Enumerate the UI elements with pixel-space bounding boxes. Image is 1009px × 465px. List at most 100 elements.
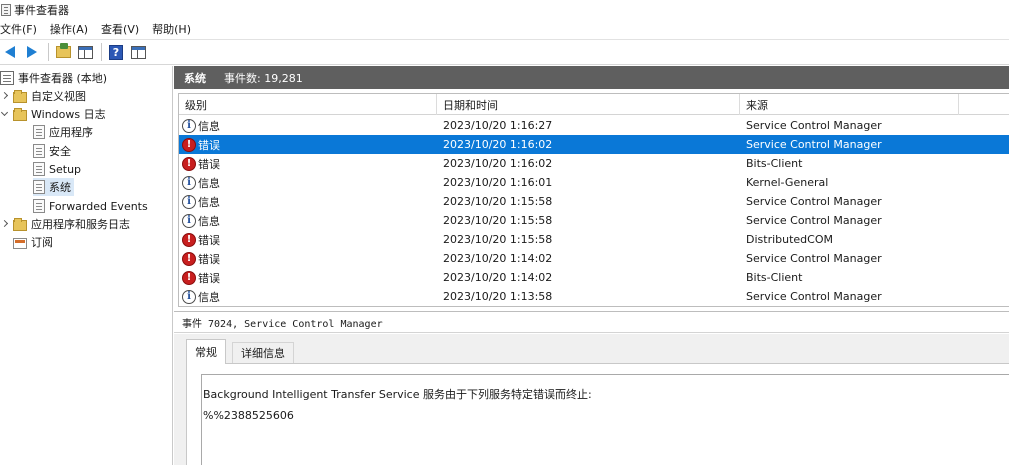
cell-datetime: 2023/10/20 1:16:02 bbox=[443, 157, 553, 170]
tree-item-label: Setup bbox=[49, 162, 82, 176]
tree-item-label: 系统 bbox=[49, 181, 71, 194]
forward-arrow-icon bbox=[27, 46, 37, 58]
level-text: 错误 bbox=[198, 157, 220, 171]
tree-item-windows-logs[interactable]: Windows 日志 bbox=[0, 105, 106, 123]
table-header: 级别 日期和时间 来源 bbox=[179, 94, 1009, 115]
cell-datetime: 2023/10/20 1:14:02 bbox=[443, 252, 553, 265]
menu-view[interactable]: 查看(V) bbox=[101, 21, 139, 37]
menu-bar: 文件(F) 操作(A) 查看(V) 帮助(H) bbox=[0, 19, 1009, 40]
cell-source: Service Control Manager bbox=[746, 252, 882, 265]
tab-general[interactable]: 常规 bbox=[186, 339, 226, 364]
level-text: 信息 bbox=[198, 195, 220, 209]
cell-datetime: 2023/10/20 1:15:58 bbox=[443, 195, 553, 208]
tree-item-label: Forwarded Events bbox=[49, 199, 148, 213]
column-header-datetime[interactable]: 日期和时间 bbox=[437, 94, 740, 115]
properties-pane-icon bbox=[130, 45, 146, 59]
error-icon: ! bbox=[182, 251, 196, 266]
info-icon: i bbox=[182, 213, 196, 228]
cell-level: ! 错误 bbox=[182, 249, 220, 268]
column-header-source[interactable]: 来源 bbox=[740, 94, 959, 115]
forward-button[interactable] bbox=[22, 42, 42, 62]
cell-level: i 信息 bbox=[182, 287, 220, 306]
expand-icon[interactable] bbox=[0, 220, 9, 229]
tree-item-application[interactable]: 应用程序 bbox=[33, 123, 93, 141]
cell-datetime: 2023/10/20 1:16:01 bbox=[443, 176, 553, 189]
tree-item-system[interactable]: 系统 bbox=[33, 178, 74, 196]
level-text: 信息 bbox=[198, 119, 220, 133]
tree-item-subscriptions[interactable]: 订阅 bbox=[13, 233, 53, 251]
table-row[interactable]: i 信息 2023/10/20 1:15:58 Service Control Man… bbox=[179, 211, 1009, 230]
events-table: 级别 日期和时间 来源 i 信息 2023/10/20 1:16:27 Service… bbox=[178, 93, 1009, 307]
cell-datetime: 2023/10/20 1:16:27 bbox=[443, 119, 553, 132]
cell-source: Service Control Manager bbox=[746, 138, 882, 151]
back-button[interactable] bbox=[0, 42, 20, 62]
table-row[interactable]: i 信息 2023/10/20 1:16:01 Kernel-General bbox=[179, 173, 1009, 192]
tree-item-security[interactable]: 安全 bbox=[33, 142, 71, 160]
tree-item-custom-views[interactable]: 自定义视图 bbox=[0, 87, 86, 105]
general-tab-panel: Background Intelligent Transfer Service … bbox=[186, 363, 1009, 465]
table-row[interactable]: ! 错误 2023/10/20 1:15:58 DistributedCOM bbox=[179, 230, 1009, 249]
event-detail-header: 事件 7024, Service Control Manager bbox=[174, 311, 1009, 333]
info-icon: i bbox=[182, 194, 196, 209]
menu-help[interactable]: 帮助(H) bbox=[152, 21, 191, 37]
description-line: %%2388525606 bbox=[203, 409, 294, 422]
cell-level: ! 错误 bbox=[182, 268, 220, 287]
error-icon: ! bbox=[182, 232, 196, 247]
menu-file[interactable]: 文件(F) bbox=[0, 21, 37, 37]
error-icon: ! bbox=[182, 156, 196, 171]
info-icon: i bbox=[182, 175, 196, 190]
log-icon bbox=[33, 199, 45, 213]
cell-datetime: 2023/10/20 1:15:58 bbox=[443, 214, 553, 227]
table-row[interactable]: ! 错误 2023/10/20 1:16:02 Bits-Client bbox=[179, 154, 1009, 173]
up-level-button[interactable] bbox=[53, 42, 73, 62]
event-viewer-app-icon bbox=[1, 3, 11, 16]
tree-item-root[interactable]: 事件查看器 (本地) bbox=[0, 69, 107, 87]
help-icon: ? bbox=[109, 44, 123, 60]
log-icon bbox=[33, 162, 45, 176]
tree-item-app-service-logs[interactable]: 应用程序和服务日志 bbox=[0, 215, 130, 233]
show-hide-console-tree-button[interactable] bbox=[75, 42, 95, 62]
cell-datetime: 2023/10/20 1:13:58 bbox=[443, 290, 553, 303]
tree-item-label: 自定义视图 bbox=[31, 90, 86, 103]
menu-action[interactable]: 操作(A) bbox=[50, 21, 88, 37]
toolbar-separator bbox=[48, 43, 49, 61]
cell-level: i 信息 bbox=[182, 173, 220, 192]
cell-level: i 信息 bbox=[182, 192, 220, 211]
window-title: 事件查看器 bbox=[14, 3, 69, 17]
column-header-level[interactable]: 级别 bbox=[179, 94, 437, 115]
table-row[interactable]: i 信息 2023/10/20 1:16:27 Service Control Man… bbox=[179, 116, 1009, 135]
cell-level: ! 错误 bbox=[182, 154, 220, 173]
event-count: 事件数: 19,281 bbox=[224, 71, 303, 85]
help-button[interactable]: ? bbox=[106, 42, 126, 62]
tree-item-label: Windows 日志 bbox=[31, 108, 106, 121]
tree-item-setup[interactable]: Setup bbox=[33, 160, 81, 178]
table-row[interactable]: i 信息 2023/10/20 1:13:58 Service Control Man… bbox=[179, 287, 1009, 306]
tree-item-label: 应用程序和服务日志 bbox=[31, 218, 130, 231]
table-row[interactable]: ! 错误 2023/10/20 1:14:02 Service Control Man… bbox=[179, 249, 1009, 268]
table-row[interactable]: ! 错误 2023/10/20 1:14:02 Bits-Client bbox=[179, 268, 1009, 287]
tree-item-label: 订阅 bbox=[31, 236, 53, 249]
subscription-icon bbox=[13, 237, 27, 249]
show-hide-action-pane-button[interactable] bbox=[128, 42, 148, 62]
cell-datetime: 2023/10/20 1:15:58 bbox=[443, 233, 553, 246]
log-icon bbox=[33, 125, 45, 139]
tree-item-label: 安全 bbox=[49, 145, 71, 158]
tab-details[interactable]: 详细信息 bbox=[232, 342, 294, 363]
navigation-tree: 事件查看器 (本地) 自定义视图 Windows 日志 应用程序 安全 Setu… bbox=[0, 66, 173, 465]
cell-source: Service Control Manager bbox=[746, 119, 882, 132]
description-line: Background Intelligent Transfer Service … bbox=[203, 388, 592, 401]
expand-icon[interactable] bbox=[0, 92, 9, 101]
cell-source: Kernel-General bbox=[746, 176, 829, 189]
event-description[interactable]: Background Intelligent Transfer Service … bbox=[201, 374, 1009, 465]
level-text: 错误 bbox=[198, 233, 220, 247]
collapse-icon[interactable] bbox=[0, 110, 9, 119]
level-text: 信息 bbox=[198, 290, 220, 304]
toolbar-separator bbox=[101, 43, 102, 61]
toolbar: ? bbox=[0, 40, 1009, 65]
cell-source: Service Control Manager bbox=[746, 290, 882, 303]
table-row[interactable]: ! 错误 2023/10/20 1:16:02 Service Control Man… bbox=[179, 135, 1009, 154]
tree-item-forwarded-events[interactable]: Forwarded Events bbox=[33, 197, 148, 215]
cell-level: ! 错误 bbox=[182, 230, 220, 249]
folder-icon bbox=[55, 43, 71, 58]
table-row[interactable]: i 信息 2023/10/20 1:15:58 Service Control Man… bbox=[179, 192, 1009, 211]
